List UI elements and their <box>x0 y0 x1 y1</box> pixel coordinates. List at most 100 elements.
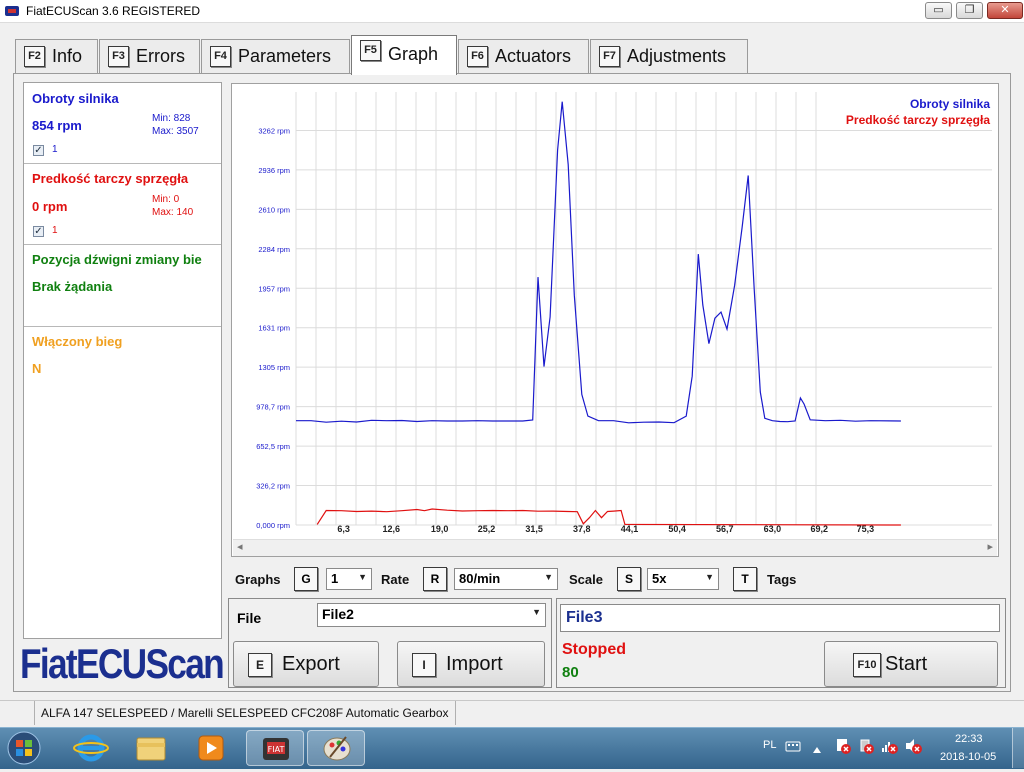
tab-label: Info <box>52 46 83 66</box>
y-tick-label: 2936 rpm <box>258 166 290 175</box>
x-tick-label: 25,2 <box>478 524 496 534</box>
chevron-down-icon: ▼ <box>705 572 714 582</box>
tab-graph[interactable]: F5 Graph <box>351 35 457 75</box>
clock-date[interactable]: 2018-10-05 <box>940 751 996 763</box>
keyboard-language[interactable]: PL <box>763 739 776 751</box>
i-key-icon: I <box>412 653 436 677</box>
scale-key-button[interactable]: S <box>617 567 641 591</box>
rate-select[interactable]: 80/min ▼ <box>454 568 558 590</box>
graph-index: 1 <box>52 144 58 155</box>
record-count: 80 <box>562 664 579 681</box>
minimize-button[interactable]: ▭ <box>925 2 952 19</box>
f5-key-icon: F5 <box>360 40 381 61</box>
scroll-left-icon[interactable]: ◂ <box>237 540 243 553</box>
x-tick-label: 31,5 <box>525 524 543 534</box>
legend-entry-engine-rpm: Obroty silnika <box>909 97 990 111</box>
f7-key-icon: F7 <box>599 46 620 67</box>
taskbar-explorer-icon[interactable] <box>122 730 180 766</box>
parameter-item-gear-lever[interactable]: Pozycja dźwigni zmiany bie Brak żądania <box>24 244 221 327</box>
taskbar-internet-explorer-icon[interactable] <box>62 730 120 766</box>
y-tick-label: 2284 rpm <box>258 245 290 254</box>
file-select[interactable]: File2 ▼ <box>317 603 546 627</box>
chevron-down-icon: ▼ <box>544 572 553 582</box>
y-tick-label: 1305 rpm <box>258 363 290 372</box>
graphs-key-button[interactable]: G <box>294 567 318 591</box>
x-tick-label: 19,0 <box>431 524 449 534</box>
y-tick-label: 978,7 rpm <box>256 403 290 412</box>
record-status: Stopped <box>562 641 626 658</box>
parameter-list: Obroty silnika 854 rpm Min: 828 Max: 350… <box>23 82 222 639</box>
graphs-count-select[interactable]: 1 ▼ <box>326 568 372 590</box>
parameter-value: N <box>32 361 42 376</box>
parameter-item-engaged-gear[interactable]: Włączony bieg N <box>24 326 221 406</box>
record-filename-field[interactable]: File3 <box>560 604 1000 632</box>
rate-value: 80/min <box>459 571 501 586</box>
tags-label: Tags <box>767 572 797 587</box>
close-button[interactable]: ✕ <box>987 2 1023 19</box>
start-orb-icon[interactable] <box>4 729 44 767</box>
parameter-min-max: Min: 0 Max: 140 <box>152 193 193 219</box>
maximize-button[interactable]: ❐ <box>956 2 983 19</box>
x-tick-label: 63,0 <box>764 524 782 534</box>
device-icon[interactable] <box>857 737 875 760</box>
taskbar-media-player-icon[interactable] <box>182 730 240 766</box>
tags-key-button[interactable]: T <box>733 567 757 591</box>
clock-time[interactable]: 22:33 <box>955 733 983 745</box>
network-icon[interactable] <box>880 737 898 760</box>
export-button[interactable]: E Export <box>233 641 379 687</box>
graph-index: 1 <box>52 225 58 236</box>
parameter-item-clutch-speed[interactable]: Predkość tarczy sprzęgła 0 rpm Min: 0 Ma… <box>24 163 221 245</box>
scale-select[interactable]: 5x ▼ <box>647 568 719 590</box>
parameter-name: Pozycja dźwigni zmiany bie <box>32 252 202 267</box>
chart-legend: Obroty silnika Predkość tarczy sprzęgła <box>846 96 990 128</box>
graph-checkbox[interactable]: ✓ <box>33 145 44 156</box>
rate-key-button[interactable]: R <box>423 567 447 591</box>
import-button[interactable]: I Import <box>397 641 545 687</box>
show-desktop-button[interactable] <box>1012 728 1024 768</box>
graphs-count-value: 1 <box>331 571 339 586</box>
scroll-right-icon[interactable]: ▸ <box>987 540 993 553</box>
y-tick-label: 2610 rpm <box>258 205 290 214</box>
svg-text:FIAT: FIAT <box>268 745 285 754</box>
graph-checkbox[interactable]: ✓ <box>33 226 44 237</box>
f3-key-icon: F3 <box>108 46 129 67</box>
y-tick-label: 652,5 rpm <box>256 442 290 451</box>
parameter-item-engine-rpm[interactable]: Obroty silnika 854 rpm Min: 828 Max: 350… <box>24 83 221 164</box>
import-label: Import <box>446 653 503 675</box>
parameter-name: Obroty silnika <box>32 91 119 106</box>
y-tick-label: 326,2 rpm <box>256 482 290 491</box>
action-center-icon[interactable] <box>834 737 852 760</box>
tray-expand-icon[interactable] <box>812 741 822 759</box>
start-button[interactable]: F10 Start <box>824 641 998 687</box>
x-tick-label: 44,1 <box>621 524 639 534</box>
x-tick-label: 56,7 <box>716 524 734 534</box>
tab-label: Errors <box>136 46 185 66</box>
tab-info[interactable]: F2 Info <box>15 39 98 73</box>
tab-label: Actuators <box>495 46 572 66</box>
tab-label: Graph <box>388 44 439 64</box>
tab-adjustments[interactable]: F7 Adjustments <box>590 39 748 73</box>
volume-muted-icon[interactable] <box>904 737 922 760</box>
parameter-min: Min: 828 <box>152 113 191 124</box>
keyboard-icon[interactable] <box>785 739 801 752</box>
chart-series <box>296 101 901 526</box>
graphs-label: Graphs <box>235 572 281 587</box>
parameter-name: Predkość tarczy sprzęgła <box>32 171 189 186</box>
horizontal-scrollbar[interactable]: ◂ ▸ <box>233 539 997 556</box>
scale-value: 5x <box>652 571 667 586</box>
scale-label: Scale <box>569 572 603 587</box>
x-tick-label: 50,4 <box>668 524 686 534</box>
tab-label: Parameters <box>238 46 332 66</box>
taskbar-paint-icon[interactable] <box>307 730 365 766</box>
taskbar-fiatecuscan-icon[interactable]: FIAT <box>246 730 304 766</box>
export-label: Export <box>282 653 340 675</box>
tab-label: Adjustments <box>627 46 727 66</box>
start-label: Start <box>885 653 928 675</box>
tab-actuators[interactable]: F6 Actuators <box>458 39 589 73</box>
tab-parameters[interactable]: F4 Parameters <box>201 39 350 73</box>
rate-label: Rate <box>381 572 410 587</box>
x-tick-label: 69,2 <box>810 524 828 534</box>
x-tick-label: 6,3 <box>337 524 350 534</box>
tab-errors[interactable]: F3 Errors <box>99 39 200 73</box>
f6-key-icon: F6 <box>467 46 488 67</box>
